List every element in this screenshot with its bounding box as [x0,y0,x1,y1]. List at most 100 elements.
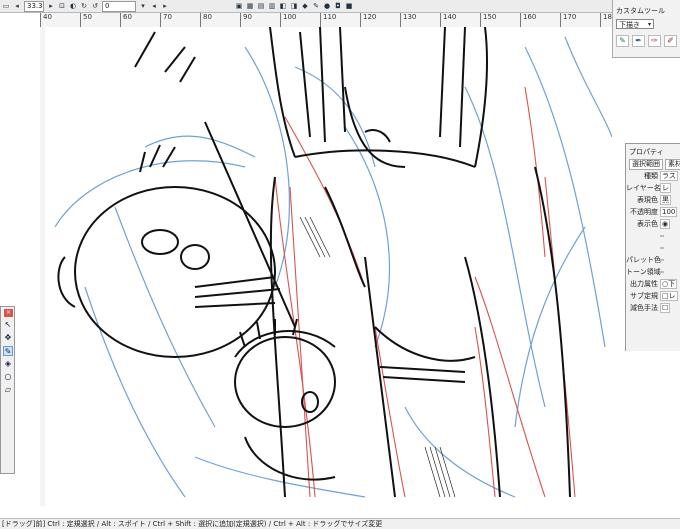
ellipse-icon[interactable]: ○ [3,372,13,382]
property-label: トーン領域 [626,268,661,276]
tab-selection[interactable]: 選択範囲 [629,159,663,170]
eraser-icon[interactable]: ◘ [334,2,342,10]
reset-icon[interactable]: ◂ [150,2,158,10]
tool-preset-select[interactable]: 下描き ▾ [616,19,654,29]
property-label: 不透明度 [630,208,658,216]
property-value[interactable]: ◉ [660,219,671,229]
property-value[interactable]: ラス [660,171,678,181]
ruler-tick: 120 [360,13,376,27]
tool-preset-value: 下描き [619,21,640,29]
property-row [626,242,680,254]
property-value[interactable]: レ [660,183,671,193]
move-icon[interactable]: ✥ [3,333,13,343]
property-row: レイヤー名レ [626,182,680,194]
property-row: パレット色 [626,254,680,266]
property-value[interactable]: □レ [660,291,678,301]
property-row: 不透明度 100 [626,206,680,218]
ruler-tick: 100 [280,13,296,27]
brush-icon[interactable]: ● [323,2,331,10]
property-label: 表現色 [637,196,658,204]
ruler-tick: 130 [400,13,416,27]
select-arrow-icon[interactable]: ↖ [3,320,13,330]
property-label: 種類 [644,172,658,180]
property-label: 出力属性 [630,280,658,288]
zoom-in-icon[interactable]: ▸ [47,2,55,10]
property-value[interactable]: 黒 [660,195,671,205]
rotation-down-icon[interactable]: ▾ [139,2,147,10]
pen-tool-icon[interactable]: ✒ [632,35,645,47]
ink-layer [57,27,571,498]
drawing-canvas[interactable] [45,27,612,506]
snap-icon[interactable]: ▣ [235,2,243,10]
property-label: 減色手法 [630,304,658,312]
ruler-tick: 50 [80,13,92,27]
property-row: 種類 ラス [626,170,680,182]
properties-rows: 種類 ラス レイヤー名レ表現色黒不透明度 100 表示色 ◉ パレット色 トーン領域 出力属性 ○… [626,170,680,314]
pencil-tool-icon[interactable]: ✎ [616,35,629,47]
properties-title: プロパティ [629,148,664,156]
tool-palette: × ↖ ✥ ✎ ◈ ○ ▱ [0,306,15,474]
pen-tool-icon[interactable]: ✎ [3,346,13,356]
layer-icon[interactable]: ◧ [279,2,287,10]
pen-icon[interactable]: ✎ [312,2,320,10]
property-value[interactable] [660,235,664,237]
property-label: 表示色 [637,220,658,228]
close-icon[interactable]: × [4,309,13,317]
ruler-tick: 180 [600,13,612,27]
flip-icon[interactable]: ◐ [69,2,77,10]
property-row: 減色手法 ☐ [626,302,680,314]
property-value[interactable]: ☐ [660,303,671,313]
ruler-tick: 150 [480,13,496,27]
ruler-tick: 170 [560,13,576,27]
rotation-input[interactable]: 0 [102,0,136,12]
custom-tool-title: カスタムツール [616,7,665,15]
new-icon[interactable]: ▭ [2,2,10,10]
property-value[interactable]: ○下 [660,279,678,289]
fit-icon[interactable]: ⊡ [58,2,66,10]
property-row [626,230,680,242]
ruler-tick: 160 [520,13,536,27]
property-label: レイヤー名 [626,184,661,192]
ruler-tick: 110 [320,13,336,27]
rotate-icon[interactable]: ↻ [80,2,88,10]
properties-panel: プロパティ 選択範囲 素材 種類ラスレイヤー名レ表現色黒不透明度100表示色◉パ… [625,143,680,351]
top-ruler: 40 50 60 70 80 90 100 110 120 130 140 150 160 170 180 [40,13,612,28]
custom-tool-panel: カスタムツール 下描き ▾ ✎ ✒ ✑ ✐ [612,0,680,58]
main-toolbar: ▭ ◂ 33.3 ▸ ⊡ ◐ ↻ ↺ 0 ▾ ◂ ▸ ▣ ▦ ▤ ▥ ◧ ◨ ◆… [0,0,680,13]
ruler-tick: 90 [240,13,252,27]
property-row: 出力属性 ○下 [626,278,680,290]
marker-tool-icon[interactable]: ✑ [648,35,661,47]
guide-icon[interactable]: ▥ [268,2,276,10]
property-label: サブ定規 [630,292,658,300]
line-art-illustration [54,27,612,498]
zoom-input[interactable]: 33.3 [24,0,44,12]
chevron-down-icon: ▾ [647,21,651,28]
tool-icon-row: ✎ ✒ ✑ ✐ [616,35,680,47]
property-value[interactable] [660,271,664,273]
select-icon[interactable]: ◨ [290,2,298,10]
property-value[interactable]: 100 [660,207,678,217]
ruler-tick: 60 [120,13,132,27]
red-sketch-layer [274,86,576,498]
ruler-icon[interactable]: ▤ [257,2,265,10]
grid-icon[interactable]: ▦ [246,2,254,10]
tab-material[interactable]: 素材 [665,159,680,170]
rotate-left-icon[interactable]: ↺ [91,2,99,10]
transform-icon[interactable]: ◆ [301,2,309,10]
property-row: 表現色黒 [626,194,680,206]
fill-icon[interactable]: ◈ [3,359,13,369]
property-label: パレット色 [626,256,661,264]
zoom-out-icon[interactable]: ◂ [13,2,21,10]
rotation-up-icon[interactable]: ▸ [161,2,169,10]
property-value[interactable] [660,247,664,249]
properties-tabs: 選択範囲 素材 [626,159,680,170]
property-row: トーン領域 [626,266,680,278]
brush-tool-icon[interactable]: ✐ [664,35,677,47]
eraser-icon[interactable]: ▱ [3,385,13,395]
ruler-tick: 70 [160,13,172,27]
status-bar: [ドラッグ]前] Ctrl : 定規選択 / Alt : スポイト / Ctrl… [0,518,680,529]
property-row: 表示色 ◉ [626,218,680,230]
color-icon[interactable]: ■ [345,2,353,10]
ruler-tick: 40 [40,13,52,27]
property-value[interactable] [660,259,664,261]
